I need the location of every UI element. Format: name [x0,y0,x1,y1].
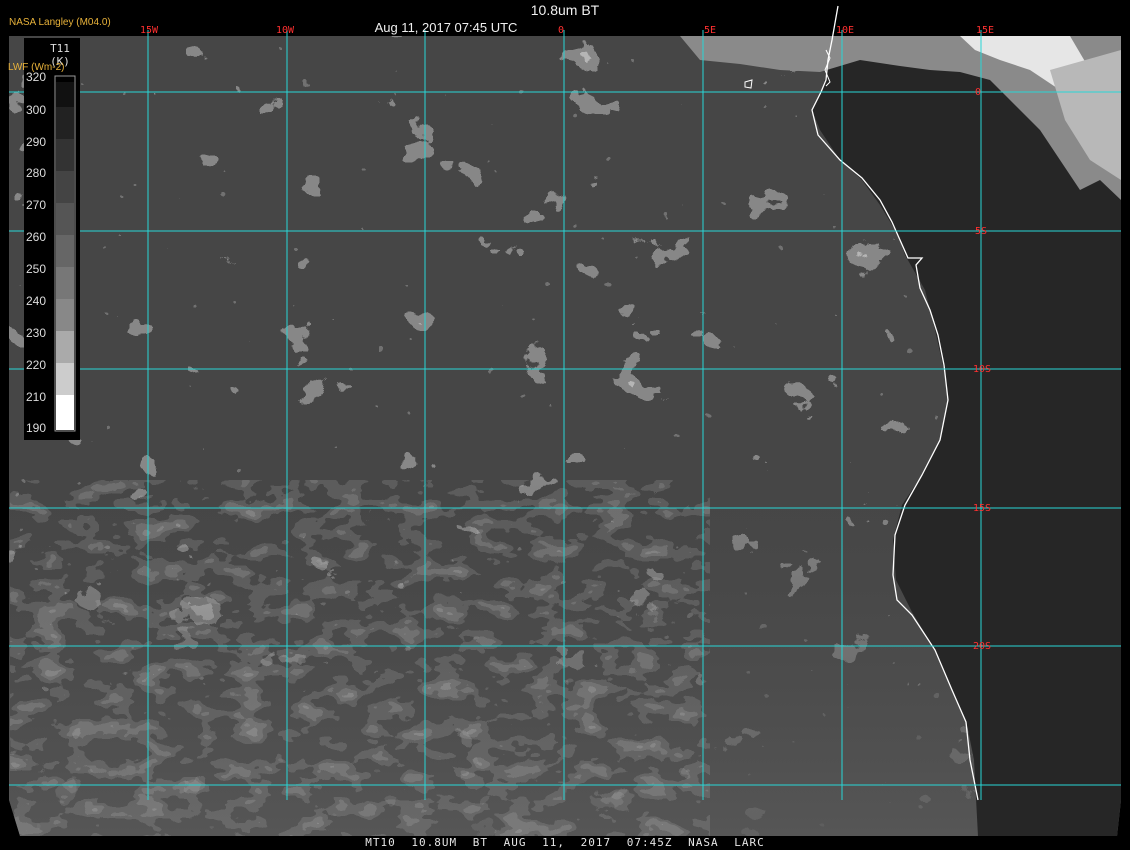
image-title: 10.8um BT [530,2,600,18]
lat-label-15s: 15S [973,503,991,514]
image-footer: MT10 10.8UM BT AUG 11, 2017 07:45Z NASA … [365,836,765,849]
colorbar-tick: 280 [26,166,47,180]
colorbar-tick: 290 [26,135,47,149]
colorbar-legend: T11 (K) 320 300 290 280 270 260 250 240 … [24,38,80,440]
lat-label-10s: 10S [973,364,991,375]
lat-label-20s: 20S [973,641,991,652]
colorbar-tick: 250 [26,262,47,276]
image-timestamp: Aug 11, 2017 07:45 UTC [374,20,518,35]
colorbar-tick: 220 [26,358,47,372]
colorbar-tick: 190 [26,421,47,435]
colorbar-tick: 300 [26,103,47,117]
lwf-overlay-label: LWF (Wm-2) [8,62,65,73]
colorbar-tick: 230 [26,326,47,340]
satellite-image-viewer: 15W 10W 0 5E 10E 15E 0 5S 10S 15S 20S 10… [0,0,1130,850]
colorbar-tick: 240 [26,294,47,308]
colorbar-tick: 260 [26,230,47,244]
imagery-layer [9,36,1121,836]
colorbar-tick: 270 [26,198,47,212]
org-label: NASA Langley (M04.0) [9,17,111,28]
colorbar-tick: 210 [26,390,47,404]
lat-label-5s: 5S [975,226,987,237]
lat-label-0: 0 [975,87,981,98]
lon-label-15e: 15E [976,25,994,36]
satellite-map: 15W 10W 0 5E 10E 15E 0 5S 10S 15S 20S [9,5,1121,836]
